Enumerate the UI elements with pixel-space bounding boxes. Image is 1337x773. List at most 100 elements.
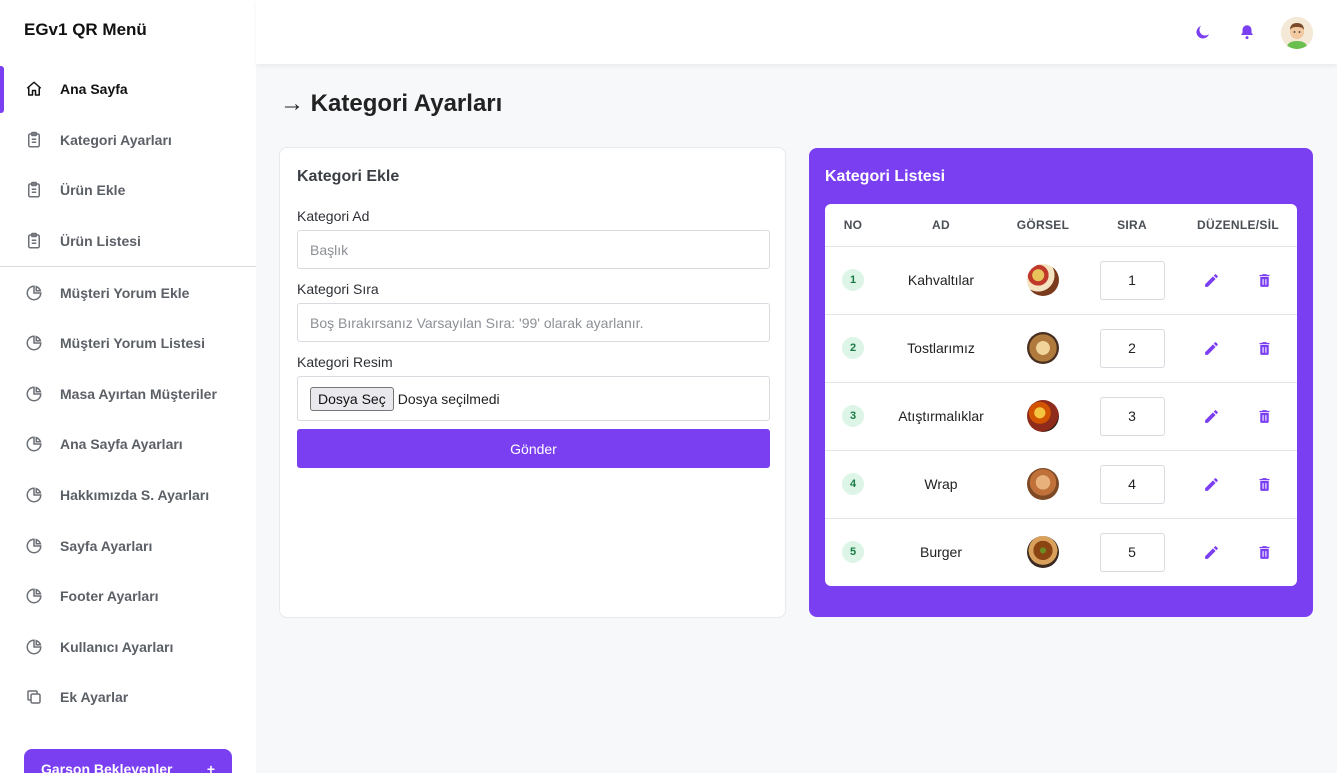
sidebar-item-label: Sayfa Ayarları [60, 537, 153, 554]
pie-chart-icon [24, 536, 44, 556]
sidebar: EGv1 QR Menü Ana Sayfa Kategori Ayarları… [0, 0, 256, 773]
sidebar-item-label: Masa Ayırtan Müşteriler [60, 385, 217, 402]
pie-chart-icon [24, 637, 44, 657]
sidebar-item-ek-ayarlar[interactable]: Ek Ayarlar [0, 672, 256, 723]
sidebar-item-label: Ürün Listesi [60, 233, 141, 250]
category-list-title: Kategori Listesi [825, 168, 946, 185]
category-name-cell: Tostlarımız [881, 314, 1001, 383]
row-number-badge: 4 [842, 473, 864, 495]
topbar [256, 0, 1337, 64]
add-category-card: Kategori Ekle Kategori Ad Kategori Sıra … [279, 147, 786, 618]
category-thumbnail [1027, 468, 1059, 500]
delete-icon[interactable] [1255, 542, 1275, 562]
category-order-field[interactable] [1099, 396, 1165, 436]
sidebar-item-label: Kategori Ayarları [60, 131, 172, 148]
category-thumbnail [1027, 400, 1059, 432]
pie-chart-icon [24, 586, 44, 606]
delete-icon[interactable] [1255, 270, 1275, 290]
add-category-title: Kategori Ekle [297, 168, 400, 185]
waiter-waiting-button[interactable]: Garson Bekleyenler + [24, 749, 232, 773]
delete-icon[interactable] [1255, 338, 1275, 358]
edit-icon[interactable] [1201, 406, 1221, 426]
sidebar-item-urun-ekle[interactable]: Ürün Ekle [0, 165, 256, 216]
category-order-field[interactable] [1099, 532, 1165, 572]
sidebar-item-label: Footer Ayarları [60, 588, 159, 605]
sidebar-item-masa-ayirtan-musteriler[interactable]: Masa Ayırtan Müşteriler [0, 369, 256, 420]
pie-chart-icon [24, 485, 44, 505]
sidebar-item-label: Kullanıcı Ayarları [60, 638, 174, 655]
sidebar-item-label: Ana Sayfa Ayarları [60, 436, 183, 453]
clipboard-icon [24, 130, 44, 150]
submit-button[interactable]: Gönder [297, 429, 770, 468]
row-number-badge: 5 [842, 541, 864, 564]
table-row: 5 Burger [825, 518, 1297, 586]
edit-icon[interactable] [1201, 338, 1221, 358]
choose-file-button[interactable]: Dosya Seç [310, 386, 394, 411]
category-thumbnail [1027, 332, 1059, 364]
category-name-label: Kategori Ad [297, 208, 370, 224]
table-header-row: NO AD GÖRSEL SIRA DÜZENLE/SİL [825, 204, 1297, 247]
sidebar-item-musteri-yorum-listesi[interactable]: Müşteri Yorum Listesi [0, 318, 256, 369]
brand-title[interactable]: EGv1 QR Menü [0, 0, 256, 64]
file-status-text: Dosya seçilmedi [397, 390, 500, 407]
table-row: 2 Tostlarımız [825, 314, 1297, 383]
category-order-input[interactable] [297, 303, 770, 342]
category-image-file-input: Dosya Seç Dosya seçilmedi [297, 376, 770, 421]
sidebar-item-footer-ayarlari[interactable]: Footer Ayarları [0, 571, 256, 622]
sidebar-item-ana-sayfa[interactable]: Ana Sayfa [0, 64, 256, 115]
sidebar-item-label: Hakkımızda S. Ayarları [60, 487, 210, 504]
category-thumbnail [1027, 536, 1059, 569]
sidebar-item-kullanici-ayarlari[interactable]: Kullanıcı Ayarları [0, 622, 256, 673]
sidebar-item-label: Ürün Ekle [60, 182, 126, 199]
sidebar-item-ana-sayfa-ayarlari[interactable]: Ana Sayfa Ayarları [0, 419, 256, 470]
category-name-input[interactable] [297, 230, 770, 269]
sidebar-item-hakkimizda-ayarlari[interactable]: Hakkımızda S. Ayarları [0, 470, 256, 521]
column-header-actions: DÜZENLE/SİL [1179, 204, 1297, 247]
delete-icon[interactable] [1255, 474, 1275, 494]
pie-chart-icon [24, 333, 44, 353]
category-name-cell: Kahvaltılar [881, 246, 1001, 315]
table-row: 3 Atıştırmalıklar [825, 382, 1297, 451]
pie-chart-icon [24, 384, 44, 404]
avatar[interactable] [1281, 17, 1313, 49]
category-image-label: Kategori Resim [297, 354, 393, 370]
delete-icon[interactable] [1255, 406, 1275, 426]
clipboard-icon [24, 231, 44, 251]
category-order-field[interactable] [1099, 260, 1165, 300]
category-order-field[interactable] [1099, 464, 1165, 504]
category-thumbnail [1027, 264, 1059, 296]
column-header-no: NO [825, 204, 881, 247]
edit-icon[interactable] [1201, 474, 1221, 494]
sidebar-item-label: Ek Ayarlar [60, 689, 129, 706]
category-table-container: NO AD GÖRSEL SIRA DÜZENLE/SİL 1 Kahvaltı… [825, 204, 1297, 586]
edit-icon[interactable] [1201, 542, 1221, 562]
bell-icon[interactable] [1237, 22, 1257, 42]
pie-chart-icon [24, 434, 44, 454]
moon-icon[interactable] [1193, 22, 1213, 42]
row-number-badge: 1 [842, 269, 864, 291]
sidebar-item-label: Ana Sayfa [60, 81, 128, 98]
clipboard-icon [24, 180, 44, 200]
edit-icon[interactable] [1201, 270, 1221, 290]
category-table: NO AD GÖRSEL SIRA DÜZENLE/SİL 1 Kahvaltı… [825, 204, 1297, 586]
sidebar-item-label: Müşteri Yorum Ekle [60, 284, 190, 301]
pie-chart-icon [24, 283, 44, 303]
column-header-image: GÖRSEL [1001, 204, 1085, 247]
copy-icon [24, 687, 44, 707]
waiter-button-label: Garson Bekleyenler [41, 761, 173, 773]
sidebar-item-sayfa-ayarlari[interactable]: Sayfa Ayarları [0, 520, 256, 571]
column-header-name: AD [881, 204, 1001, 247]
sidebar-item-musteri-yorum-ekle[interactable]: Müşteri Yorum Ekle [0, 267, 256, 318]
plus-icon: + [206, 761, 215, 773]
category-order-field[interactable] [1099, 328, 1165, 368]
table-row: 4 Wrap [825, 450, 1297, 519]
table-row: 1 Kahvaltılar [825, 246, 1297, 315]
category-name-cell: Atıştırmalıklar [881, 382, 1001, 451]
row-number-badge: 3 [842, 405, 864, 427]
page-title: → Kategori Ayarları [280, 90, 503, 117]
category-name-cell: Wrap [881, 450, 1001, 519]
row-number-badge: 2 [842, 337, 864, 359]
sidebar-item-urun-listesi[interactable]: Ürün Listesi [0, 216, 256, 267]
sidebar-item-kategori-ayarlari[interactable]: Kategori Ayarları [0, 115, 256, 166]
sidebar-item-label: Müşteri Yorum Listesi [60, 335, 205, 352]
